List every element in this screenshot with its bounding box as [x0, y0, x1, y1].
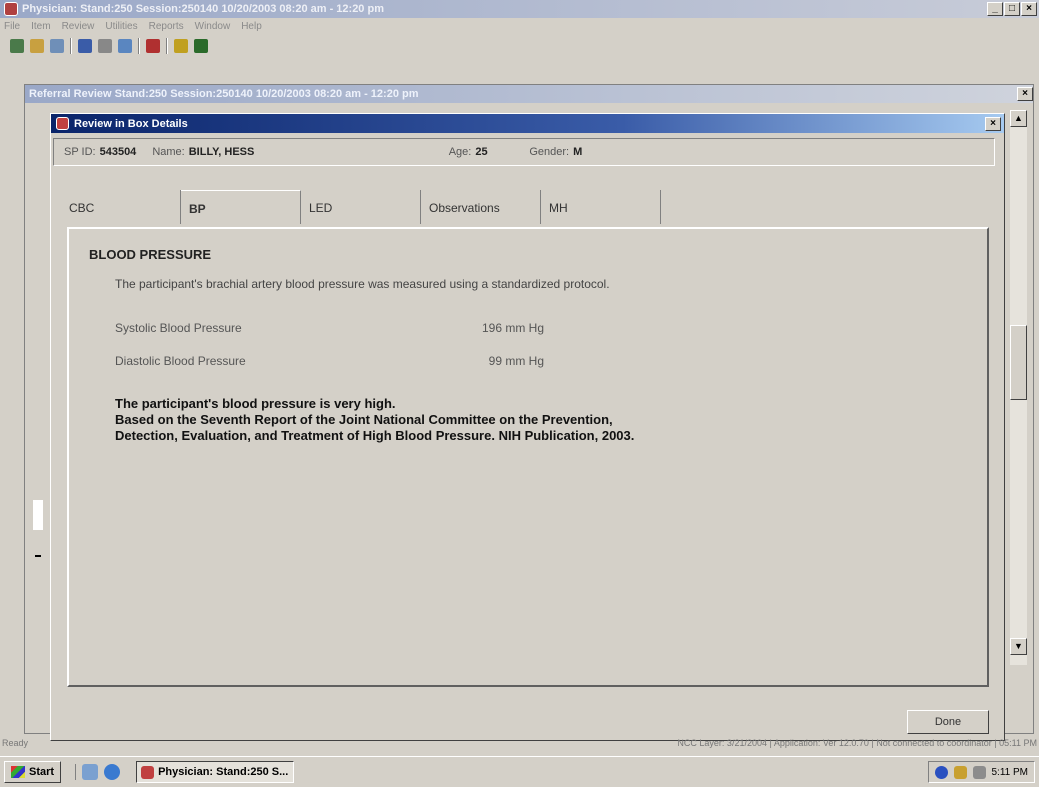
review-in-box-dialog: Review in Box Details × SP ID: 543504 Na…	[50, 113, 1005, 741]
bp-finding: The participant's blood pressure is very…	[115, 396, 935, 444]
system-tray: 5:11 PM	[927, 761, 1035, 783]
diastolic-label: Diastolic Blood Pressure	[115, 354, 246, 368]
referral-review-title: Referral Review Stand:250 Session:250140…	[29, 88, 419, 100]
systolic-label: Systolic Blood Pressure	[115, 321, 242, 335]
people-icon[interactable]	[146, 39, 160, 53]
referral-close-button[interactable]: ×	[1017, 87, 1033, 101]
dialog-app-icon	[56, 117, 69, 130]
toolbar-separator	[138, 38, 140, 54]
close-button[interactable]: ×	[1021, 2, 1037, 16]
chart-icon[interactable]	[50, 39, 64, 53]
systolic-value: 196 mm Hg	[481, 321, 544, 335]
age-value: 25	[475, 146, 488, 158]
bp-tab-panel: BLOOD PRESSURE The participant's brachia…	[67, 227, 989, 687]
name-label: Name:	[152, 146, 185, 158]
menu-review[interactable]: Review	[62, 21, 95, 32]
scroll-down-button[interactable]: ▼	[1010, 638, 1027, 655]
left-edge-strip	[33, 200, 43, 700]
toolbar	[10, 36, 208, 56]
help-icon[interactable]	[174, 39, 188, 53]
start-button[interactable]: Start	[4, 761, 62, 783]
section-intro: The participant's brachial artery blood …	[115, 277, 610, 291]
name-value: BILLY, HESS	[188, 146, 255, 158]
menu-file[interactable]: File	[4, 21, 20, 32]
sp-id-label: SP ID:	[64, 146, 96, 158]
menu-help[interactable]: Help	[241, 21, 262, 32]
gender-value: M	[573, 146, 583, 158]
menu-reports[interactable]: Reports	[149, 21, 184, 32]
scroll-up-button[interactable]: ▲	[1010, 110, 1027, 127]
tab-observations[interactable]: Observations	[421, 190, 541, 224]
participant-info-bar: SP ID: 543504 Name: BILLY, HESS Age: 25 …	[53, 138, 995, 166]
review-tabs: CBC BP LED Observations MH	[61, 190, 661, 224]
internet-explorer-icon[interactable]	[104, 764, 121, 780]
maximize-button[interactable]: □	[1004, 2, 1020, 16]
taskbar-item-physician[interactable]: Physician: Stand:250 S...	[136, 761, 295, 783]
toolbar-separator	[70, 38, 72, 54]
menu-utilities[interactable]: Utilities	[105, 21, 137, 32]
dialog-title: Review in Box Details	[74, 117, 188, 130]
dash-marker	[35, 555, 41, 557]
dialog-titlebar: Review in Box Details ×	[51, 114, 1004, 133]
exit-icon[interactable]	[10, 39, 24, 53]
windows-logo-icon	[11, 766, 25, 778]
status-segments: NCC Layer: 3/21/2004 | Application: Ver …	[677, 738, 1037, 748]
connection-tray-icon[interactable]	[972, 765, 986, 779]
toolbar-separator	[166, 38, 168, 54]
tab-led[interactable]: LED	[301, 190, 421, 224]
tab-mh[interactable]: MH	[541, 190, 661, 224]
network-icon[interactable]	[78, 39, 92, 53]
age-label: Age:	[448, 146, 472, 158]
menu-bar: File Item Review Utilities Reports Windo…	[0, 18, 1039, 34]
sp-id-value: 543504	[99, 146, 137, 158]
diastolic-value: 99 mm Hg	[488, 354, 544, 368]
window-controls: _ □ ×	[987, 2, 1037, 16]
minimize-button[interactable]: _	[987, 2, 1003, 16]
start-label: Start	[29, 766, 55, 778]
show-desktop-icon[interactable]	[82, 764, 99, 780]
taskbar: Start Physician: Stand:250 S... 5:11 PM	[0, 756, 1039, 787]
status-bar: Ready NCC Layer: 3/21/2004 | Application…	[0, 736, 1039, 750]
done-button[interactable]: Done	[907, 710, 989, 734]
taskbar-item-label: Physician: Stand:250 S...	[158, 766, 289, 778]
door-icon[interactable]	[194, 39, 208, 53]
app-title: Physician: Stand:250 Session:250140 10/2…	[22, 3, 384, 15]
dialog-close-button[interactable]: ×	[985, 116, 1001, 131]
app-titlebar: Physician: Stand:250 Session:250140 10/2…	[0, 0, 1039, 18]
printer-icon[interactable]	[98, 39, 112, 53]
tab-bp[interactable]: BP	[181, 190, 301, 224]
quick-launch	[75, 764, 121, 780]
vertical-scrollbar[interactable]: ▲ ▼	[1010, 110, 1027, 665]
referral-review-titlebar: Referral Review Stand:250 Session:250140…	[25, 85, 1033, 103]
finding-line-3: Detection, Evaluation, and Treatment of …	[115, 428, 635, 443]
gender-label: Gender:	[529, 146, 570, 158]
volume-tray-icon[interactable]	[953, 765, 967, 779]
app-icon	[4, 2, 18, 16]
menu-window[interactable]: Window	[195, 21, 231, 32]
menu-item[interactable]: Item	[31, 21, 50, 32]
section-title: BLOOD PRESSURE	[89, 247, 212, 262]
status-ready: Ready	[2, 738, 29, 748]
taskbar-clock: 5:11 PM	[991, 766, 1029, 778]
finding-line-1: The participant's blood pressure is very…	[115, 396, 396, 411]
finding-line-2: Based on the Seventh Report of the Joint…	[115, 412, 613, 427]
folder-icon[interactable]	[30, 39, 44, 53]
scroll-thumb[interactable]	[1010, 325, 1027, 400]
tab-cbc[interactable]: CBC	[61, 190, 181, 224]
selection-marker	[33, 500, 43, 530]
network-tray-icon[interactable]	[934, 765, 948, 779]
app-task-icon	[141, 765, 155, 779]
monitor-icon[interactable]	[118, 39, 132, 53]
